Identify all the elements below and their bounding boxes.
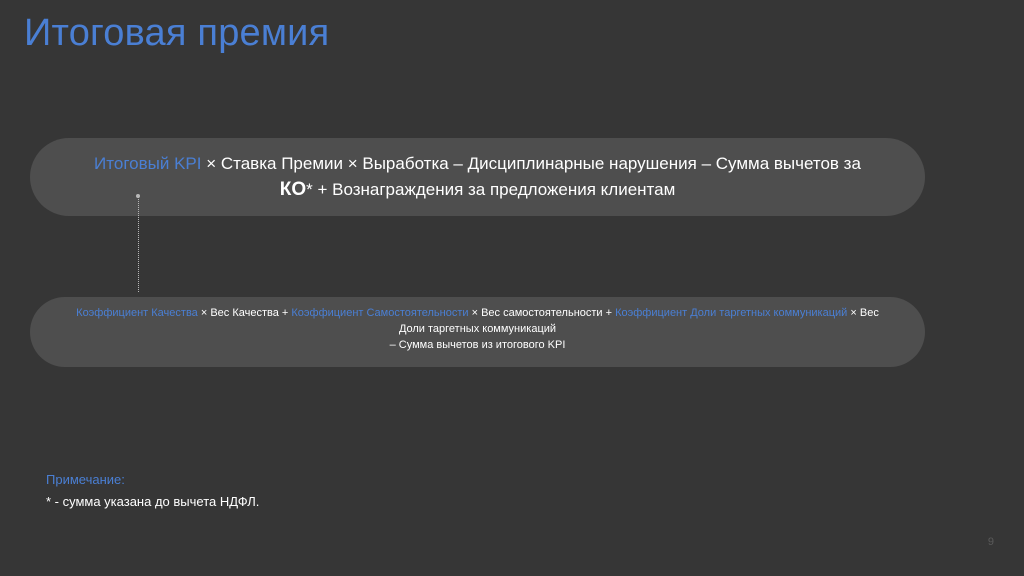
formula-line-1: Итоговый KPI × Ставка Премии × Выработка… bbox=[30, 151, 925, 177]
final-kpi-term: Итоговый KPI bbox=[94, 154, 202, 173]
coef-target: Коэффициент Доли таргетных коммуникаций bbox=[615, 307, 848, 319]
coef-independence: Коэффициент Самостоятельности bbox=[291, 307, 469, 319]
kpi-formula: Коэффициент Качества × Вес Качества + Ко… bbox=[30, 297, 925, 367]
weight-independence: × Вес самостоятельности + bbox=[468, 307, 616, 319]
formula-main-tail: * + Вознаграждения за предложения клиент… bbox=[306, 180, 676, 199]
note-text: * - сумма указана до вычета НДФЛ. bbox=[46, 494, 260, 509]
final-bonus-formula: Итоговый KPI × Ставка Премии × Выработка… bbox=[30, 138, 925, 216]
ko-term: КО bbox=[279, 179, 307, 200]
slide-title: Итоговая премия bbox=[24, 12, 330, 54]
weight-target: × Вес bbox=[847, 307, 879, 319]
page-number: 9 bbox=[987, 536, 994, 548]
formula-line-2: КО* + Вознаграждения за предложения клие… bbox=[30, 177, 925, 203]
kpi-formula-line-1: Коэффициент Качества × Вес Качества + Ко… bbox=[30, 305, 925, 321]
formula-main-text: × Ставка Премии × Выработка – Дисциплина… bbox=[201, 154, 861, 173]
kpi-formula-line-2: Доли таргетных коммуникаций bbox=[398, 323, 557, 335]
weight-quality: × Вес Качества + bbox=[197, 307, 292, 319]
connector-line bbox=[138, 196, 139, 292]
slide: Итоговая премия Итоговый KPI × Ставка Пр… bbox=[0, 0, 1024, 576]
coef-quality: Коэффициент Качества bbox=[76, 307, 198, 319]
note-heading: Примечание: bbox=[46, 472, 125, 487]
kpi-formula-line-3: – Сумма вычетов из итогового KPI bbox=[389, 339, 566, 351]
